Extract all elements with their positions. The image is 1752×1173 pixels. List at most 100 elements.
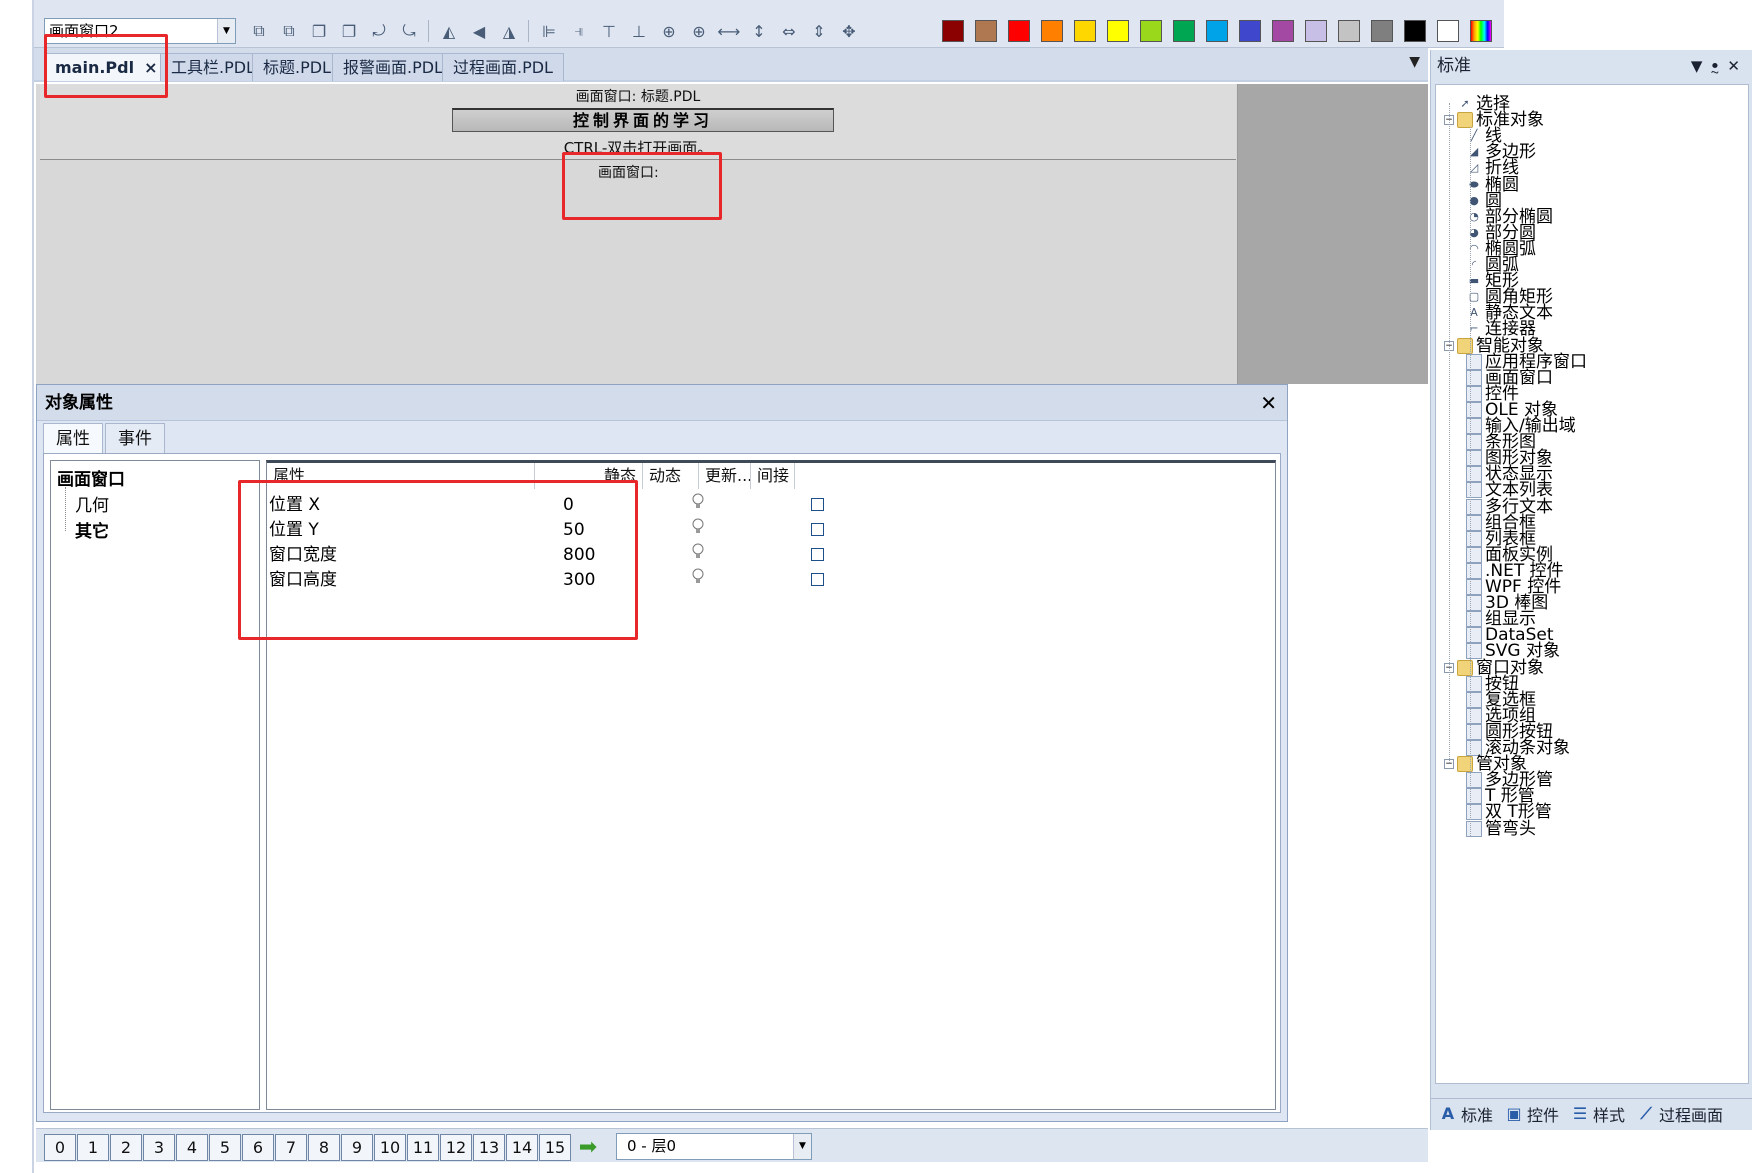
rotate-icon[interactable]: ⤾ xyxy=(364,18,394,44)
palette-tab[interactable]: ⟋ 过程画面 xyxy=(1635,1102,1723,1126)
layer-button[interactable]: 9 xyxy=(341,1134,373,1161)
property-static-value[interactable]: 800 xyxy=(563,541,595,569)
rotate-object-icon[interactable]: ◮ xyxy=(494,18,524,44)
column-header-static[interactable]: 静态 xyxy=(535,463,643,489)
tree-item-geometry[interactable]: 几何 xyxy=(75,491,109,516)
lightbulb-icon[interactable] xyxy=(691,541,711,569)
color-swatch[interactable] xyxy=(1107,20,1129,42)
layer-button[interactable]: 0 xyxy=(44,1134,76,1161)
tab-properties[interactable]: 属性 xyxy=(43,423,103,453)
align-bottom-icon[interactable]: ⊥ xyxy=(624,18,654,44)
palette-tab[interactable]: ☰ 样式 xyxy=(1569,1102,1625,1126)
property-row[interactable]: 位置 Y 50 xyxy=(267,516,1275,544)
tab-alarm-pdl[interactable]: 报警画面.PDL xyxy=(332,53,454,81)
send-to-back-icon[interactable]: ⧉ xyxy=(274,18,304,44)
same-width-icon[interactable]: ⇔ xyxy=(774,18,804,44)
bring-to-front-icon[interactable]: ⧉ xyxy=(244,18,274,44)
layer-button[interactable]: 7 xyxy=(275,1134,307,1161)
color-swatch[interactable] xyxy=(1041,20,1063,42)
color-swatch[interactable] xyxy=(1338,20,1360,42)
tab-process-pdl[interactable]: 过程画面.PDL xyxy=(442,53,564,81)
same-height-icon[interactable]: ⇕ xyxy=(804,18,834,44)
chevron-down-icon[interactable]: ▼ xyxy=(217,19,235,43)
layer-button[interactable]: 5 xyxy=(209,1134,241,1161)
color-swatch[interactable] xyxy=(1272,20,1294,42)
tab-list-dropdown-icon[interactable]: ▼ xyxy=(1409,54,1420,70)
screen-canvas[interactable]: 画面窗口: 标题.PDL 控制界面的学习 CTRL-双击打开画面。 画面窗口: xyxy=(36,84,1238,384)
layer-button[interactable]: 14 xyxy=(506,1134,538,1161)
color-swatch[interactable] xyxy=(1305,20,1327,42)
color-swatch[interactable] xyxy=(1206,20,1228,42)
property-row[interactable]: 窗口高度 300 xyxy=(267,566,1275,594)
indirect-checkbox[interactable] xyxy=(811,523,824,536)
mirror-icon[interactable]: ⤿ xyxy=(394,18,424,44)
color-swatch[interactable] xyxy=(1239,20,1261,42)
property-static-value[interactable]: 300 xyxy=(563,566,595,594)
close-icon[interactable]: ✕ xyxy=(1727,57,1748,75)
align-left-icon[interactable]: ⊫ xyxy=(534,18,564,44)
tree-item-other[interactable]: 其它 xyxy=(75,517,109,542)
color-swatch[interactable] xyxy=(1008,20,1030,42)
distribute-vertical-icon[interactable]: ↕ xyxy=(744,18,774,44)
close-icon[interactable]: ✕ xyxy=(1260,385,1277,421)
chevron-down-icon[interactable]: ▼ xyxy=(793,1134,811,1159)
center-horizontal-icon[interactable]: ⊕ xyxy=(654,18,684,44)
layer-button[interactable]: 4 xyxy=(176,1134,208,1161)
align-top-icon[interactable]: ⊤ xyxy=(594,18,624,44)
color-swatch[interactable] xyxy=(975,20,997,42)
custom-color-icon[interactable] xyxy=(1470,20,1492,42)
arrow-right-icon[interactable]: ➡ xyxy=(572,1134,604,1161)
palette-tab[interactable]: A 标准 xyxy=(1437,1102,1493,1126)
layer-button[interactable]: 10 xyxy=(374,1134,406,1161)
lightbulb-icon[interactable] xyxy=(691,516,711,544)
layer-button[interactable]: 13 xyxy=(473,1134,505,1161)
layer-button[interactable]: 11 xyxy=(407,1134,439,1161)
column-header-update[interactable]: 更新... xyxy=(699,463,751,489)
property-row[interactable]: 位置 X 0 xyxy=(267,491,1275,519)
object-selector-combo[interactable]: 画面窗口2 ▼ xyxy=(44,18,236,44)
screen-window-label[interactable]: 画面窗口: xyxy=(598,162,659,182)
color-swatch[interactable] xyxy=(1371,20,1393,42)
title-screen-window[interactable]: 画面窗口: 标题.PDL 控制界面的学习 CTRL-双击打开画面。 xyxy=(40,84,1236,160)
property-static-value[interactable]: 50 xyxy=(563,516,585,544)
same-size-icon[interactable]: ✥ xyxy=(834,18,864,44)
indirect-checkbox[interactable] xyxy=(811,573,824,586)
palette-window-controls[interactable]: ▼ꔸ✕ xyxy=(1691,50,1748,82)
flip-vertical-icon[interactable]: ◀ xyxy=(464,18,494,44)
distribute-horizontal-icon[interactable]: ⟷ xyxy=(714,18,744,44)
column-header-dynamic[interactable]: 动态 xyxy=(643,463,699,489)
flip-horizontal-icon[interactable]: ◭ xyxy=(434,18,464,44)
indirect-checkbox[interactable] xyxy=(811,498,824,511)
close-icon[interactable]: × xyxy=(144,58,157,77)
palette-item[interactable]: 管弯头 xyxy=(1466,820,1536,838)
one-forward-icon[interactable]: ❐ xyxy=(304,18,334,44)
layer-button[interactable]: 8 xyxy=(308,1134,340,1161)
layer-button[interactable]: 3 xyxy=(143,1134,175,1161)
editor-area[interactable]: 画面窗口: 标题.PDL 控制界面的学习 CTRL-双击打开画面。 画面窗口: xyxy=(36,84,1428,384)
tab-main-pdl[interactable]: main.Pdl × xyxy=(44,53,169,81)
column-header-attribute[interactable]: 属性 xyxy=(267,463,535,489)
color-swatch[interactable] xyxy=(1404,20,1426,42)
lightbulb-icon[interactable] xyxy=(691,491,711,519)
color-swatch[interactable] xyxy=(1437,20,1459,42)
layer-combo[interactable]: 0 - 层0 ▼ xyxy=(616,1133,812,1160)
property-row[interactable]: 窗口宽度 800 xyxy=(267,541,1275,569)
pin-icon[interactable]: ꔸ xyxy=(1710,57,1727,75)
layer-button[interactable]: 12 xyxy=(440,1134,472,1161)
layer-button[interactable]: 1 xyxy=(77,1134,109,1161)
tab-events[interactable]: 事件 xyxy=(105,423,165,453)
color-swatch[interactable] xyxy=(1173,20,1195,42)
lightbulb-icon[interactable] xyxy=(691,566,711,594)
one-backward-icon[interactable]: ❐ xyxy=(334,18,364,44)
layer-button[interactable]: 15 xyxy=(539,1134,571,1161)
color-swatch[interactable] xyxy=(942,20,964,42)
indirect-checkbox[interactable] xyxy=(811,548,824,561)
dropdown-icon[interactable]: ▼ xyxy=(1691,57,1711,75)
center-vertical-icon[interactable]: ⊕ xyxy=(684,18,714,44)
column-header-indirect[interactable]: 间接 xyxy=(751,463,795,489)
color-swatch[interactable] xyxy=(1074,20,1096,42)
tab-toolbar-pdl[interactable]: 工具栏.PDL xyxy=(160,53,266,81)
color-swatch[interactable] xyxy=(1140,20,1162,42)
palette-tab[interactable]: ▣ 控件 xyxy=(1503,1102,1559,1126)
align-right-icon[interactable]: ⫣ xyxy=(564,18,594,44)
